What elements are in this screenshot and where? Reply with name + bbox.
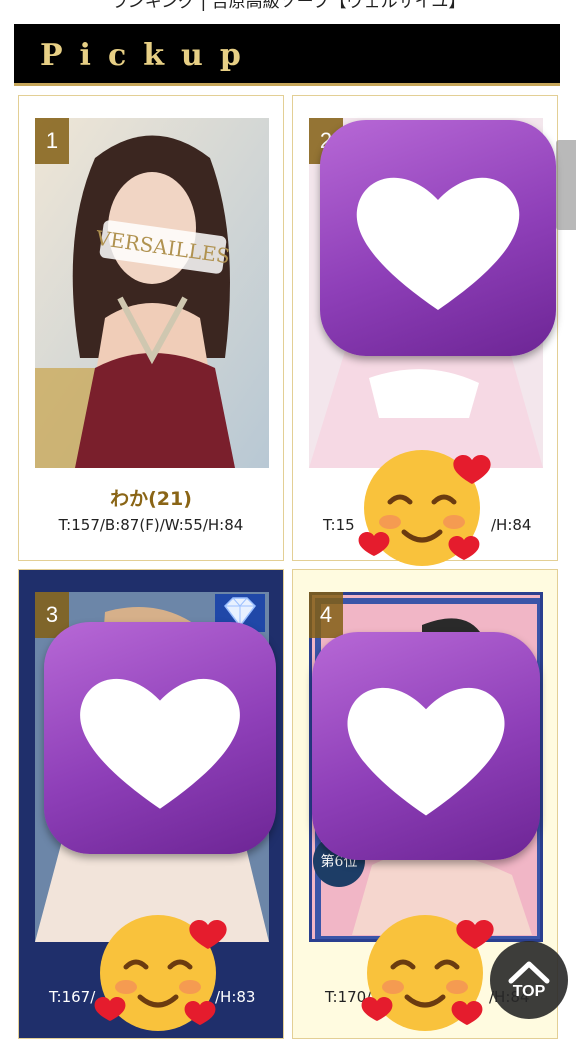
- pickup-section-header: Pickup: [14, 24, 560, 86]
- chevron-up-icon: [508, 961, 550, 984]
- cast-name[interactable]: わか(21): [19, 484, 283, 511]
- back-to-top-button[interactable]: TOP: [490, 941, 568, 1019]
- cast-name-text: わか: [110, 488, 149, 510]
- cast-stats-right: /H:84: [491, 516, 532, 534]
- pickup-card-1[interactable]: VERSAILLES 1 わか(21) T:157/B:87(F)/W:55/H…: [18, 95, 284, 561]
- page-top-title: ランキング | 吉原高級ソープ【ヴェルサイユ】: [110, 0, 466, 12]
- cast-stats-left: T:15: [323, 516, 355, 534]
- profile-photo[interactable]: VERSAILLES: [35, 118, 269, 468]
- heart-sticker-icon: [320, 120, 556, 356]
- heart-sticker-icon: [312, 632, 540, 860]
- smiling-face-hearts-icon: [88, 905, 228, 1039]
- heart-sticker-icon: [44, 622, 276, 854]
- smiling-face-hearts-icon: [355, 905, 495, 1039]
- pickup-title: Pickup: [40, 38, 258, 73]
- back-to-top-label: TOP: [512, 983, 546, 1000]
- page-top-title-bar: ランキング | 吉原高級ソープ【ヴェルサイユ】: [0, 0, 576, 12]
- smiling-face-hearts-icon: [352, 440, 492, 574]
- rank-badge: 1: [35, 118, 69, 164]
- cast-stats: T:157/B:87(F)/W:55/H:84: [58, 516, 244, 534]
- cast-age: (21): [148, 488, 192, 510]
- scrollbar[interactable]: [556, 140, 576, 230]
